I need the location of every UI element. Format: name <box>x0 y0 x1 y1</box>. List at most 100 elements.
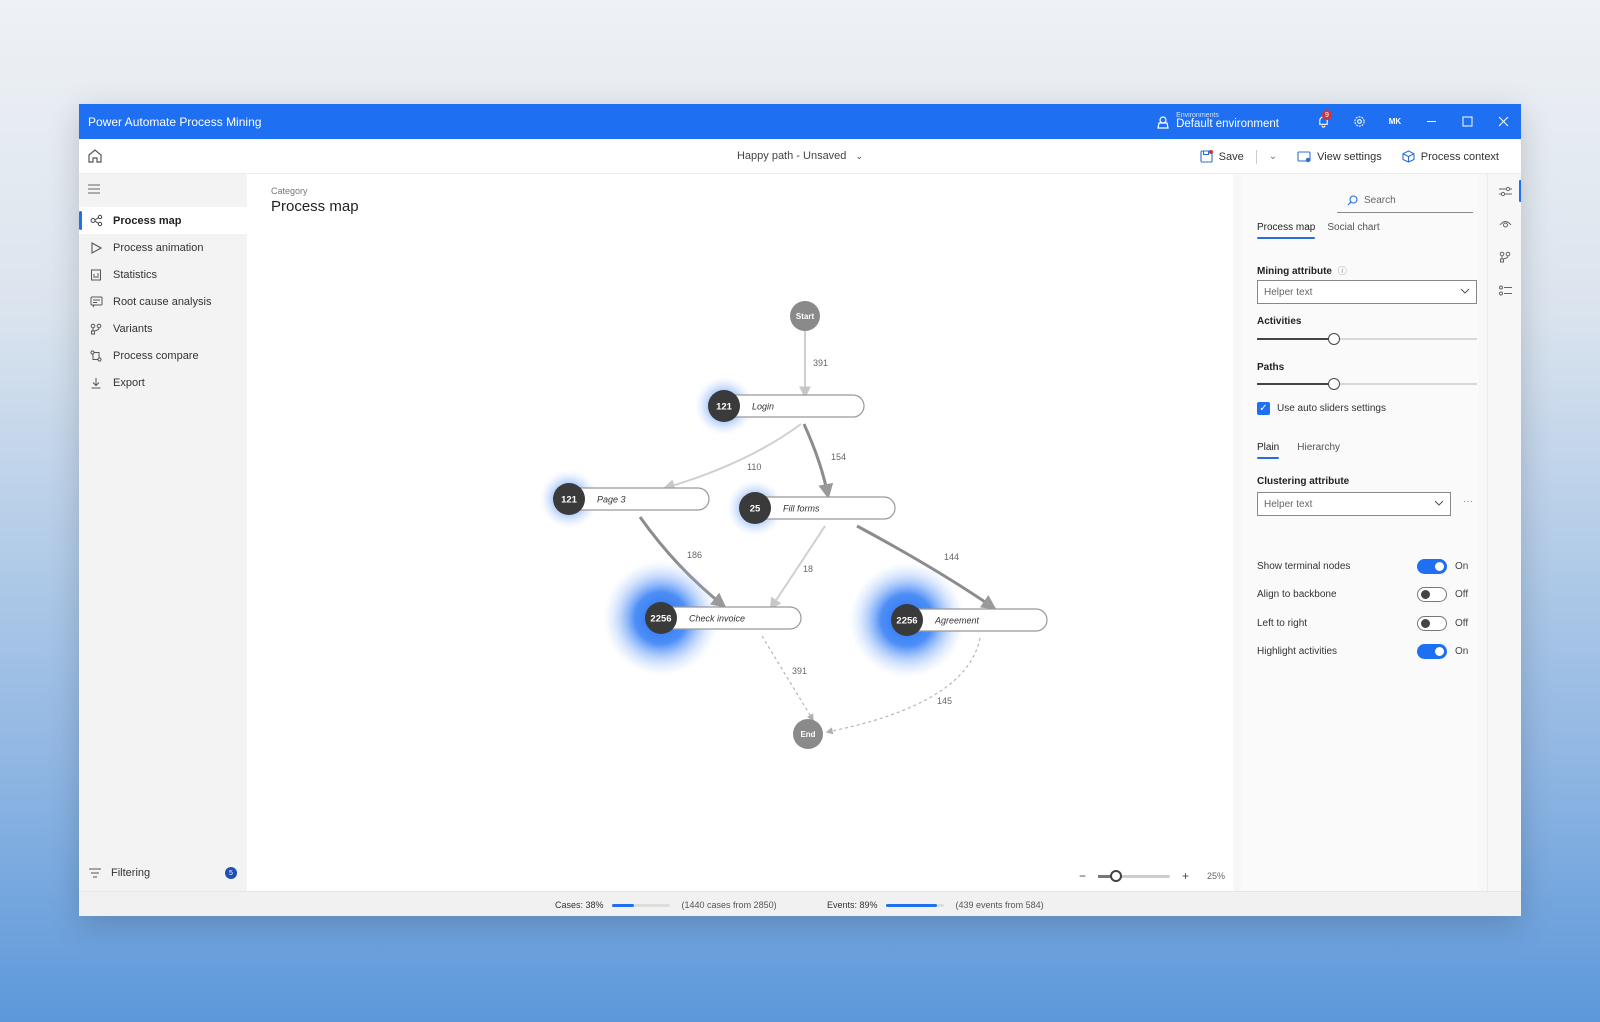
view-settings-button[interactable]: View settings <box>1289 144 1390 170</box>
zoom-in-button[interactable]: + <box>1182 869 1189 883</box>
checkbox-checked-icon[interactable]: ✓ <box>1257 402 1270 415</box>
save-options-dropdown[interactable]: ⌄ <box>1261 144 1285 170</box>
edge-label: 391 <box>813 358 828 368</box>
sidebar-item-label: Statistics <box>113 268 158 281</box>
paths-slider[interactable] <box>1257 378 1477 390</box>
save-button[interactable]: Save <box>1192 144 1252 170</box>
toggle-switch[interactable] <box>1417 558 1447 574</box>
edge-login-fillforms[interactable] <box>802 423 834 499</box>
auto-sliders-checkbox[interactable]: ✓ Use auto sliders settings <box>1257 402 1386 415</box>
mining-attribute-label: Mining attribute ⓘ <box>1257 264 1347 277</box>
search-icon <box>1347 195 1358 206</box>
rail-view[interactable] <box>1488 209 1521 239</box>
more-options-button[interactable]: ··· <box>1463 496 1473 507</box>
view-settings-label: View settings <box>1317 150 1382 163</box>
settings-button[interactable] <box>1341 104 1377 139</box>
rail-variants[interactable] <box>1488 242 1521 272</box>
settings-panel: Search Process map Social chart Mining a… <box>1233 174 1487 891</box>
tab-social-chart[interactable]: Social chart <box>1327 222 1379 239</box>
process-context-button[interactable]: Process context <box>1394 144 1507 170</box>
filtering-button[interactable]: Filtering 5 <box>79 861 247 885</box>
sidebar-item-export[interactable]: Export <box>79 369 247 396</box>
sidebar-item-variants[interactable]: Variants <box>79 315 247 342</box>
activity-node-page3[interactable] <box>568 487 710 511</box>
toggle-switch[interactable] <box>1417 643 1447 659</box>
process-map-graph[interactable]: 391 110 154 186 18 144 391 145 Start 121 Login 121… <box>247 174 1233 891</box>
view-settings-icon <box>1297 150 1311 162</box>
tab-process-map[interactable]: Process map <box>1257 222 1316 239</box>
toggle-state: Off <box>1455 588 1469 600</box>
activity-label: Page 3 <box>597 495 626 505</box>
sidebar-item-label: Process animation <box>113 241 204 254</box>
info-icon[interactable]: ⓘ <box>1338 266 1347 276</box>
notifications-button[interactable]: 9 <box>1305 104 1341 139</box>
minimize-button[interactable] <box>1413 104 1449 139</box>
search-input[interactable]: Search <box>1337 189 1473 213</box>
rail-list-settings[interactable] <box>1488 275 1521 305</box>
settings-card: Search Process map Social chart Mining a… <box>1241 174 1479 891</box>
sidebar-item-root-cause-analysis[interactable]: Root cause analysis <box>79 288 247 315</box>
home-icon[interactable] <box>87 148 103 164</box>
tab-hierarchy[interactable]: Hierarchy <box>1297 442 1340 459</box>
activity-node-fillforms[interactable] <box>754 496 896 520</box>
user-avatar[interactable]: MK <box>1377 104 1413 139</box>
slider-thumb[interactable] <box>1328 378 1340 390</box>
hamburger-menu-icon[interactable] <box>88 184 100 194</box>
activity-label: Agreement <box>934 616 980 626</box>
root-cause-icon <box>89 295 103 309</box>
terminal-node-label: End <box>800 730 815 739</box>
edge-fillforms-checkinvoice[interactable] <box>769 525 826 611</box>
rail-filter-settings[interactable] <box>1488 176 1521 206</box>
toggle-show-terminal-nodes: Show terminal nodes On <box>1257 557 1477 575</box>
events-progress-fill <box>885 903 938 907</box>
activities-slider[interactable] <box>1257 333 1477 345</box>
app-window: Power Automate Process Mining Environmen… <box>79 104 1521 916</box>
tab-plain[interactable]: Plain <box>1257 442 1280 459</box>
compare-icon <box>89 349 103 363</box>
variants-icon <box>1499 251 1511 263</box>
events-note: (439 events from 584) <box>955 900 1044 910</box>
zoom-out-button[interactable]: − <box>1079 869 1086 883</box>
toggle-switch[interactable] <box>1417 586 1447 602</box>
clustering-attribute-dropdown[interactable]: Helper text <box>1257 492 1451 516</box>
edge-label: 186 <box>687 550 702 560</box>
zoom-slider-thumb[interactable] <box>1109 869 1122 882</box>
close-icon <box>1498 116 1508 127</box>
activity-label: Fill forms <box>783 504 820 514</box>
variants-icon <box>89 322 103 336</box>
slider-thumb[interactable] <box>1328 333 1340 345</box>
zoom-slider[interactable] <box>1097 869 1170 882</box>
chevron-down-icon: ⌄ <box>1268 151 1278 162</box>
document-title: Happy path - Unsaved <box>736 150 847 162</box>
sidebar-item-label: Process map <box>113 214 182 227</box>
activity-label: Login <box>752 402 774 412</box>
slider-fill <box>1257 383 1334 385</box>
sidebar-item-process-compare[interactable]: Process compare <box>79 342 247 369</box>
cases-progress-fill <box>611 903 634 907</box>
close-button[interactable] <box>1485 104 1521 139</box>
app-title: Power Automate Process Mining <box>88 114 262 129</box>
edge-label: 154 <box>831 452 846 462</box>
sidebar-item-label: Export <box>113 376 145 389</box>
activity-label: Check invoice <box>689 614 745 624</box>
sidebar-item-statistics[interactable]: Statistics <box>79 261 247 288</box>
sidebar-item-process-map[interactable]: Process map <box>79 207 247 234</box>
edge-checkinvoice-end[interactable] <box>761 635 814 722</box>
edge-label: 110 <box>747 462 761 472</box>
toggle-switch[interactable] <box>1417 615 1447 631</box>
environment-picker[interactable]: Environments Default environment <box>1156 112 1279 131</box>
environment-icon <box>1157 115 1169 129</box>
zoom-control: − + 25% <box>1079 869 1225 883</box>
save-icon <box>1200 150 1213 163</box>
toggle-label: Highlight activities <box>1257 645 1338 657</box>
toggle-highlight-activities: Highlight activities On <box>1257 642 1477 660</box>
layout-tabs: Plain Hierarchy <box>1257 442 1340 459</box>
activity-node-login[interactable] <box>723 394 865 418</box>
left-navigation: Process map Process animation Statistics… <box>79 174 247 891</box>
sidebar-item-process-animation[interactable]: Process animation <box>79 234 247 261</box>
mining-attribute-dropdown[interactable]: Helper text <box>1257 280 1477 304</box>
maximize-icon <box>1462 116 1472 127</box>
maximize-button[interactable] <box>1449 104 1485 139</box>
cases-label: Cases: 38% <box>555 900 604 910</box>
notification-badge: 9 <box>1322 110 1332 120</box>
